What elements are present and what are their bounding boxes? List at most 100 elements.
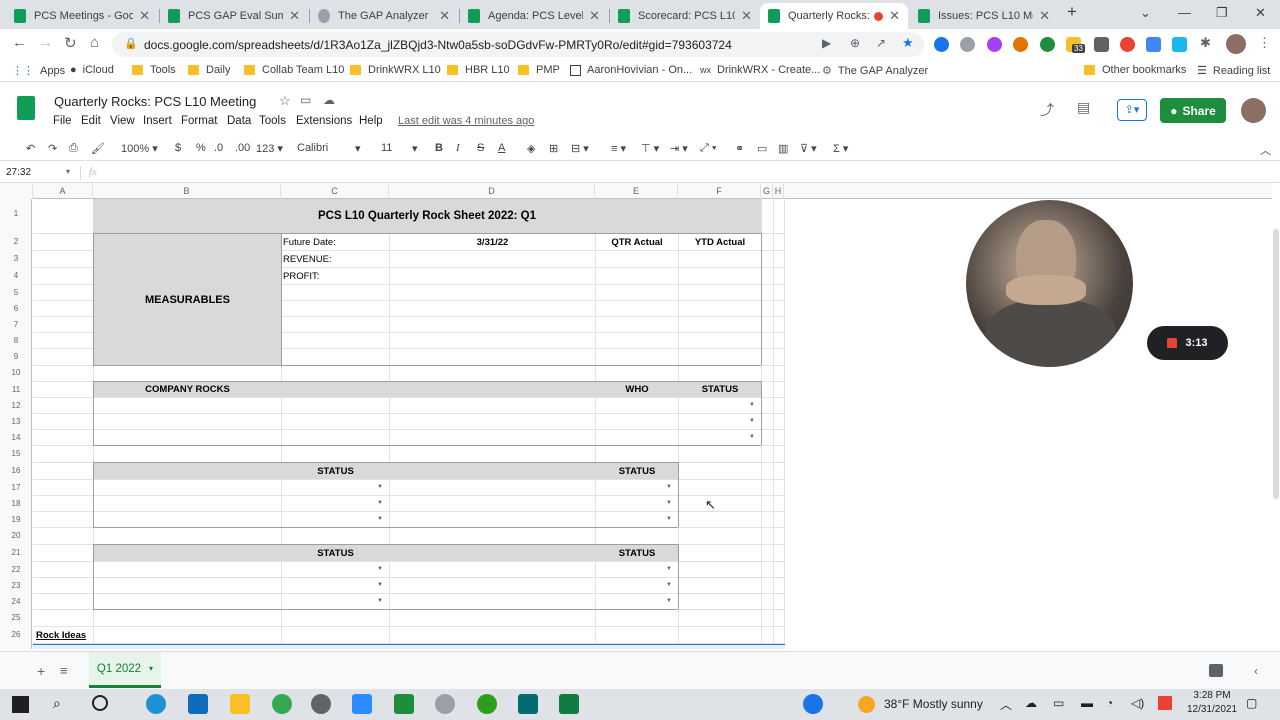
- row-header[interactable]: 19: [0, 515, 32, 524]
- chevron-down-icon[interactable]: ▾: [149, 664, 153, 673]
- move-folder-icon[interactable]: ▭: [300, 93, 311, 107]
- row-header[interactable]: 5: [0, 288, 32, 297]
- row-header[interactable]: 4: [0, 271, 32, 280]
- dropdown-arrow-icon[interactable]: ▼: [377, 484, 383, 490]
- dropdown-arrow-icon[interactable]: ▼: [377, 500, 383, 506]
- file-explorer-icon[interactable]: [230, 694, 250, 714]
- increase-decimal-button[interactable]: .00: [235, 142, 250, 154]
- present-icon[interactable]: ⇪▾: [1117, 99, 1147, 121]
- close-icon[interactable]: ✕: [139, 8, 150, 24]
- share-page-icon[interactable]: ↗: [876, 36, 886, 50]
- row-header[interactable]: 17: [0, 483, 32, 492]
- text-color-icon[interactable]: A: [498, 142, 505, 154]
- notification-icon[interactable]: ▢: [1246, 696, 1257, 710]
- horizontal-align-icon[interactable]: ≡ ▾: [611, 142, 626, 155]
- minimize-icon[interactable]: —: [1178, 5, 1191, 20]
- collapse-toolbar-icon[interactable]: ︿: [1260, 142, 1271, 158]
- camera-icon[interactable]: ▶: [822, 36, 831, 50]
- quickbooks-icon[interactable]: [477, 694, 497, 714]
- dropdown-arrow-icon[interactable]: ▼: [377, 516, 383, 522]
- home-icon[interactable]: ⌂: [90, 34, 99, 51]
- row-header[interactable]: 9: [0, 352, 32, 361]
- row-header[interactable]: 21: [0, 548, 32, 557]
- edge-icon[interactable]: [146, 694, 166, 714]
- app-icon[interactable]: [311, 694, 331, 714]
- avatar[interactable]: [1241, 98, 1266, 123]
- row-header[interactable]: 8: [0, 336, 32, 345]
- help-icon[interactable]: [803, 694, 823, 714]
- row-header[interactable]: 23: [0, 581, 32, 590]
- text-wrap-icon[interactable]: ⇥ ▾: [670, 142, 688, 155]
- comment-icon[interactable]: ▤: [1077, 99, 1090, 116]
- insert-comment-icon[interactable]: ▭: [757, 142, 767, 155]
- cortana-icon[interactable]: [92, 695, 108, 711]
- column-header[interactable]: A: [33, 183, 93, 199]
- column-header[interactable]: G: [761, 183, 773, 199]
- outlook-icon[interactable]: [188, 694, 208, 714]
- row-header[interactable]: 11: [0, 385, 32, 394]
- collapse-panel-icon[interactable]: ‹: [1254, 664, 1258, 678]
- text-rotation-icon[interactable]: ⤢ ▾: [700, 142, 716, 155]
- row-header[interactable]: 10: [0, 368, 32, 377]
- explore-icon[interactable]: [1209, 664, 1223, 677]
- new-tab-icon[interactable]: +: [1067, 2, 1077, 22]
- forward-icon[interactable]: →: [38, 34, 53, 51]
- check-icon[interactable]: [1040, 37, 1055, 52]
- bookmark-folder[interactable]: HBR L10: [447, 64, 510, 76]
- menu-tools[interactable]: Tools: [259, 115, 286, 127]
- star-icon[interactable]: ☆: [279, 93, 291, 109]
- settings-icon[interactable]: [435, 694, 455, 714]
- bookmark-folder[interactable]: Daily: [188, 64, 230, 76]
- extension-icon[interactable]: [1094, 37, 1109, 52]
- menu-view[interactable]: View: [110, 115, 135, 127]
- chevron-up-icon[interactable]: ︿: [1000, 696, 1012, 713]
- row-header[interactable]: 1: [0, 209, 32, 218]
- strikethrough-icon[interactable]: S: [477, 142, 484, 154]
- font-select[interactable]: Calibri ▾: [297, 142, 363, 155]
- dropdown-arrow-icon[interactable]: ▼: [749, 434, 755, 440]
- insert-chart-icon[interactable]: ▥: [778, 142, 788, 155]
- zoom-app-icon[interactable]: [1146, 37, 1161, 52]
- percent-button[interactable]: %: [196, 142, 206, 154]
- filter-icon[interactable]: ⊽ ▾: [800, 142, 817, 155]
- zoom-select[interactable]: 100% ▾: [121, 142, 158, 155]
- windows-start-icon[interactable]: [12, 696, 29, 713]
- volume-icon[interactable]: ◁): [1131, 696, 1144, 710]
- close-icon[interactable]: ✕: [589, 8, 600, 24]
- formula-input[interactable]: [108, 164, 1280, 182]
- bookmark-apps[interactable]: ⋮⋮ Apps: [12, 64, 65, 78]
- browser-tab[interactable]: Scorecard: PCS L10 M ✕: [610, 3, 760, 29]
- column-header[interactable]: E: [595, 183, 678, 199]
- chevron-down-icon[interactable]: ▾: [66, 167, 70, 176]
- bookmark-icloud[interactable]: ● iCloud: [70, 64, 114, 76]
- extension-icon[interactable]: [1120, 37, 1135, 52]
- row-header[interactable]: 6: [0, 304, 32, 313]
- zoom-app-icon[interactable]: [352, 694, 372, 714]
- close-icon[interactable]: ✕: [741, 8, 752, 24]
- excel-icon[interactable]: [559, 694, 579, 714]
- sheets-logo-icon[interactable]: [17, 96, 35, 120]
- menu-format[interactable]: Format: [181, 115, 217, 127]
- trend-icon[interactable]: ⤴: [1040, 100, 1054, 120]
- bookmark-link[interactable]: ⚙ The GAP Analyzer: [822, 64, 928, 78]
- extension-icon[interactable]: [1013, 37, 1028, 52]
- dropdown-arrow-icon[interactable]: ▼: [666, 582, 672, 588]
- borders-icon[interactable]: ⊞: [549, 142, 558, 155]
- more-formats-select[interactable]: 123 ▾: [256, 142, 283, 155]
- share-button[interactable]: ● Share: [1160, 98, 1226, 123]
- dropdown-arrow-icon[interactable]: ▼: [377, 598, 383, 604]
- browser-tab[interactable]: PCS GAP Eval Summa ✕: [160, 3, 308, 29]
- dropdown-arrow-icon[interactable]: ▼: [666, 566, 672, 572]
- column-header[interactable]: C: [281, 183, 389, 199]
- dropdown-arrow-icon[interactable]: ▼: [749, 418, 755, 424]
- undo-icon[interactable]: ↶: [26, 142, 35, 155]
- extension-icon[interactable]: [987, 37, 1002, 52]
- dropdown-arrow-icon[interactable]: ▼: [666, 484, 672, 490]
- reload-icon[interactable]: ↻: [64, 34, 77, 52]
- avatar[interactable]: [1226, 34, 1246, 54]
- onedrive-icon[interactable]: [934, 37, 949, 52]
- browser-tab[interactable]: The GAP Analyzer ✕: [310, 3, 458, 29]
- battery-icon[interactable]: ▬: [1081, 696, 1093, 710]
- kebab-menu-icon[interactable]: ⋮: [1258, 35, 1271, 51]
- print-icon[interactable]: ⎙: [69, 142, 78, 155]
